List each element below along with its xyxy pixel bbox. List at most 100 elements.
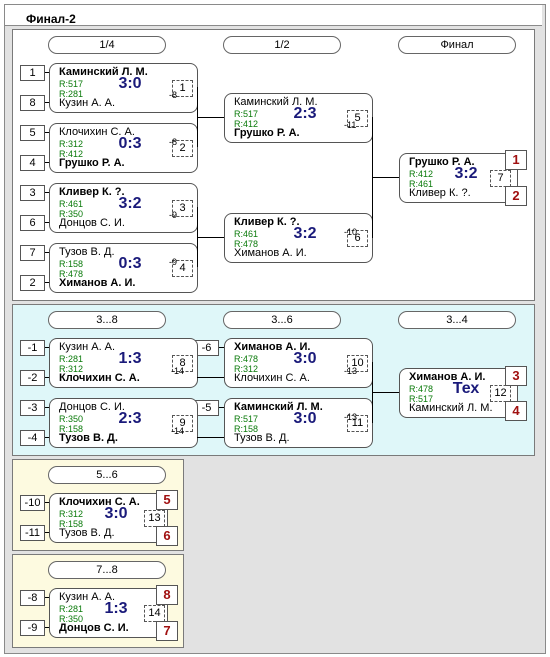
place-badge: 8 — [156, 585, 178, 605]
stage-label-semifinal: 1/2 — [223, 36, 341, 54]
seed-box: 8 — [20, 95, 45, 111]
stage-label-5-6: 5...6 — [48, 466, 166, 484]
title-bar: Финал-2 — [5, 5, 542, 26]
match-13[interactable]: Клочихин С. А. R:312 R:158 Тузов В. Д. 3… — [49, 493, 168, 543]
match-number: 14 — [144, 605, 165, 622]
match-score: 3:2 — [118, 195, 142, 212]
player-1-rating: R:478 — [409, 384, 434, 394]
seed-box: 1 — [20, 65, 45, 81]
player-1-rating: R:461 — [59, 199, 84, 209]
seed-box: -2 — [20, 370, 45, 386]
stage-label-7-8: 7...8 — [48, 561, 166, 579]
match-8[interactable]: Кузин А. А. R:281 R:312 Клочихин С. А. 1… — [49, 338, 198, 388]
loser-destination: -9 — [169, 257, 178, 267]
loser-destination: -14 — [171, 366, 185, 376]
match-7[interactable]: Грушко Р. А. R:412 R:461 Кливер К. ?. 3:… — [399, 153, 518, 203]
place-badge: 6 — [156, 526, 178, 546]
place-badge: 4 — [505, 401, 527, 421]
match-2[interactable]: Клочихин С. А. R:312 R:412 Грушко Р. А. … — [49, 123, 198, 173]
player-2-name: Кливер К. ?. — [409, 187, 471, 199]
loser-destination: -11 — [344, 120, 357, 130]
match-5[interactable]: Каминский Л. М. R:517 R:412 Грушко Р. А.… — [224, 93, 373, 143]
player-1-rating: R:517 — [234, 414, 259, 424]
player-2-name: Грушко Р. А. — [234, 127, 300, 139]
match-score: 0:3 — [118, 255, 142, 272]
player-1-rating: R:312 — [59, 139, 84, 149]
player-2-name: Тузов В. Д. — [234, 432, 290, 444]
loser-destination: -8 — [169, 90, 178, 100]
player-1-rating: R:461 — [234, 229, 259, 239]
loser-destination: -13 — [344, 412, 358, 422]
seed-box: -9 — [20, 620, 45, 636]
match-number: 13 — [144, 510, 165, 527]
match-14[interactable]: Кузин А. А. R:281 R:350 Донцов С. И. 1:3… — [49, 588, 168, 638]
match-score: 3:0 — [118, 75, 142, 92]
match-1[interactable]: Каминский Л. М. R:517 R:281 Кузин А. А. … — [49, 63, 198, 113]
loser-destination: -13 — [344, 366, 358, 376]
player-1-rating: R:478 — [234, 354, 259, 364]
player-1-rating: R:158 — [59, 259, 84, 269]
match-number: 12 — [490, 385, 511, 402]
player-2-name: Донцов С. И. — [59, 217, 125, 229]
match-6[interactable]: Кливер К. ?. R:461 R:478 Химанов А. И. 3… — [224, 213, 373, 263]
match-score: 1:3 — [104, 600, 128, 617]
match-score: 0:3 — [118, 135, 142, 152]
stage-label-3-6: 3...6 — [223, 311, 341, 329]
player-1-rating: R:517 — [59, 79, 84, 89]
stage-label-final: Финал — [398, 36, 516, 54]
player-2-name: Химанов А. И. — [234, 247, 307, 259]
player-1-name: Кузин А. А. — [59, 341, 116, 353]
seed-box: 3 — [20, 185, 45, 201]
player-1-rating: R:281 — [59, 354, 84, 364]
seed-box: -4 — [20, 430, 45, 446]
seed-box: -10 — [20, 495, 45, 511]
seed-box: 4 — [20, 155, 45, 171]
match-4[interactable]: Тузов В. Д. R:158 R:478 Химанов А. И. 0:… — [49, 243, 198, 293]
player-2-name: Тузов В. Д. — [59, 527, 115, 539]
player-1-rating: R:412 — [409, 169, 434, 179]
seed-box: 7 — [20, 245, 45, 261]
loser-destination: -8 — [169, 137, 178, 147]
loser-destination: -9 — [169, 210, 178, 220]
seed-box: -8 — [20, 590, 45, 606]
place-badge: 1 — [505, 150, 527, 170]
seed-box: -3 — [20, 400, 45, 416]
seed-box: 2 — [20, 275, 45, 291]
player-2-name: Тузов В. Д. — [59, 432, 118, 444]
player-2-name: Каминский Л. М. — [409, 402, 493, 414]
seed-box: -1 — [20, 340, 45, 356]
player-2-name: Клочихин С. А. — [59, 372, 140, 384]
match-score: 1:3 — [118, 350, 142, 367]
player-1-rating: R:312 — [59, 509, 84, 519]
loser-destination: -10 — [344, 227, 358, 237]
player-2-name: Кузин А. А. — [59, 97, 116, 109]
seed-box: 6 — [20, 215, 45, 231]
match-score: Тех — [452, 380, 480, 397]
player-1-rating: R:350 — [59, 414, 84, 424]
player-1-rating: R:281 — [59, 604, 84, 614]
stage-label-3-8: 3...8 — [48, 311, 166, 329]
match-9[interactable]: Донцов С. И. R:350 R:158 Тузов В. Д. 2:3… — [49, 398, 198, 448]
match-score: 3:2 — [293, 225, 317, 242]
seed-box: 5 — [20, 125, 45, 141]
match-score: 2:3 — [293, 105, 317, 122]
match-score: 3:0 — [104, 505, 128, 522]
seed-box: -11 — [20, 525, 45, 541]
match-11[interactable]: Каминский Л. М. R:517 R:158 Тузов В. Д. … — [224, 398, 373, 448]
match-number: 7 — [490, 170, 511, 187]
match-10[interactable]: Химанов А. И. R:478 R:312 Клочихин С. А.… — [224, 338, 373, 388]
player-1-name: Тузов В. Д. — [59, 246, 115, 258]
match-score: 2:3 — [118, 410, 142, 427]
loser-destination: -14 — [171, 426, 185, 436]
player-2-name: Химанов А. И. — [59, 277, 136, 289]
player-2-name: Донцов С. И. — [59, 622, 129, 634]
bracket-title: Финал-2 — [26, 12, 76, 26]
player-2-name: Грушко Р. А. — [59, 157, 125, 169]
place-badge: 2 — [505, 186, 527, 206]
match-3[interactable]: Кливер К. ?. R:461 R:350 Донцов С. И. 3:… — [49, 183, 198, 233]
player-1-rating: R:517 — [234, 109, 259, 119]
match-12[interactable]: Химанов А. И. R:478 R:517 Каминский Л. М… — [399, 368, 518, 418]
match-score: 3:0 — [293, 410, 317, 427]
match-score: 3:0 — [293, 350, 317, 367]
place-badge: 5 — [156, 490, 178, 510]
